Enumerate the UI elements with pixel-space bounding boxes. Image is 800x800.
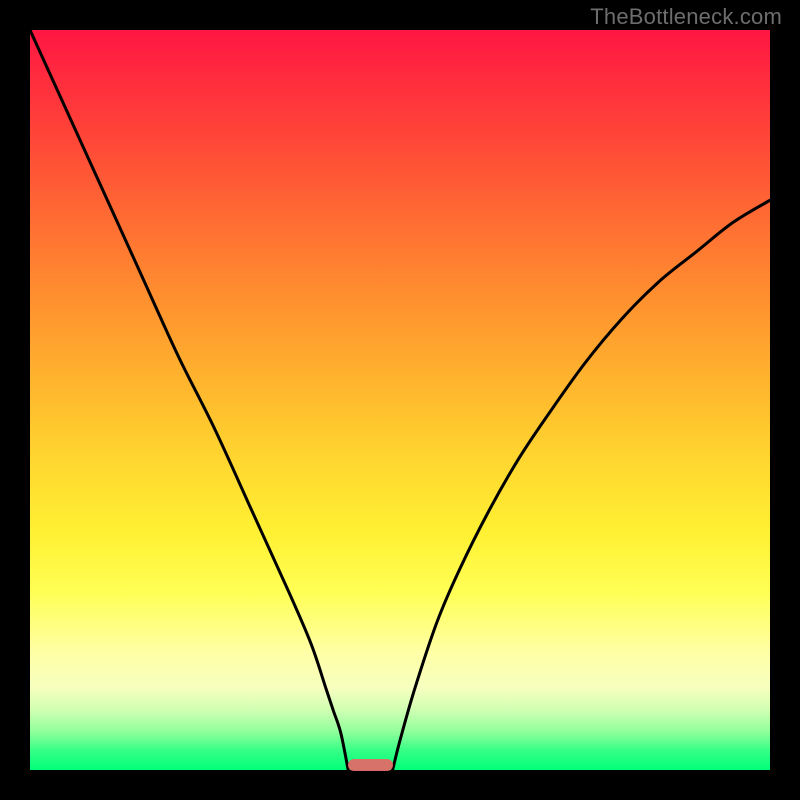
chart-frame: TheBottleneck.com — [0, 0, 800, 800]
curve-right — [393, 200, 770, 770]
curve-left — [30, 30, 348, 770]
plot-area — [30, 30, 770, 770]
watermark-text: TheBottleneck.com — [590, 4, 782, 30]
curves-svg — [30, 30, 770, 770]
bottleneck-marker — [348, 759, 392, 771]
